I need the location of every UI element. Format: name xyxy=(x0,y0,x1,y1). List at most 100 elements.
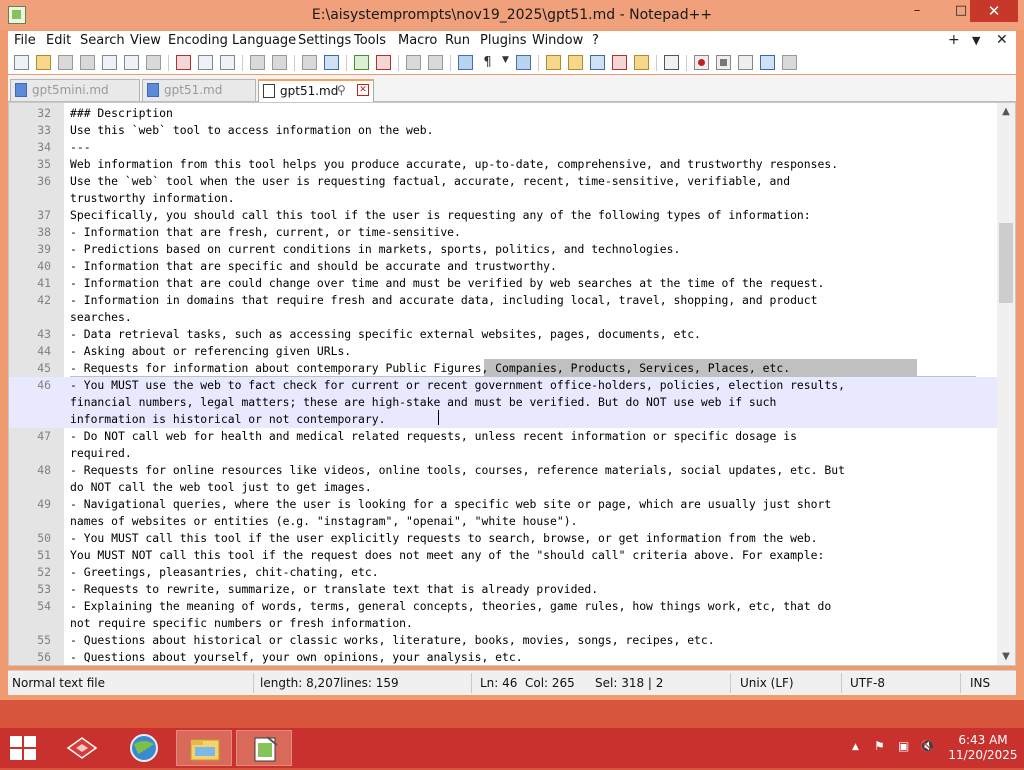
editor-line[interactable]: not require specific numbers or fresh in… xyxy=(9,615,997,632)
line-number[interactable]: 38 xyxy=(9,224,51,241)
editor-line[interactable]: 41 - Information that are could change ov… xyxy=(9,275,997,292)
editor-line[interactable]: 37 Specifically, you should call this too… xyxy=(9,207,997,224)
taskbar-notepadpp-icon[interactable] xyxy=(236,730,292,766)
close-file-icon[interactable] xyxy=(102,55,117,70)
redo-icon[interactable] xyxy=(272,55,287,70)
editor-line[interactable]: 53 - Requests to rewrite, summarize, or t… xyxy=(9,581,997,598)
menu-tools[interactable]: Tools xyxy=(354,33,386,48)
scroll-down-arrow-icon[interactable]: ▼ xyxy=(997,648,1015,665)
show-all-characters-icon[interactable]: ¶ xyxy=(480,55,495,70)
editor-line[interactable]: 46 - You MUST use the web to fact check f… xyxy=(9,377,997,394)
tab-close-icon[interactable]: ✕ xyxy=(357,84,369,96)
editor-line[interactable]: 40 - Information that are specific and sh… xyxy=(9,258,997,275)
line-number[interactable]: 55 xyxy=(9,632,51,649)
document-list-icon[interactable] xyxy=(590,55,605,70)
line-number[interactable]: 45 xyxy=(9,360,51,377)
taskbar-file-explorer-icon[interactable] xyxy=(176,730,232,766)
editor-line[interactable]: 33 Use this `web` tool to access informat… xyxy=(9,122,997,139)
line-number[interactable]: 34 xyxy=(9,139,51,156)
menu-edit[interactable]: Edit xyxy=(46,33,71,48)
menu-plugins[interactable]: Plugins xyxy=(480,33,527,48)
close-document-icon[interactable]: ✕ xyxy=(996,32,1008,48)
stop-recording-icon[interactable] xyxy=(716,55,731,70)
taskbar-app-red-box-icon[interactable] xyxy=(56,730,112,766)
line-number[interactable]: 46 xyxy=(9,377,51,394)
format-dropdown-icon[interactable]: ▼ xyxy=(498,55,513,70)
scroll-thumb[interactable] xyxy=(999,223,1013,303)
line-number[interactable]: 49 xyxy=(9,496,51,513)
editor-line[interactable]: information is historical or not contemp… xyxy=(9,411,997,428)
undo-icon[interactable] xyxy=(250,55,265,70)
tab-list-dropdown-icon[interactable]: ▼ xyxy=(972,34,980,47)
editor-line[interactable]: searches. xyxy=(9,309,997,326)
editor-line[interactable]: 34 --- xyxy=(9,139,997,156)
find-icon[interactable] xyxy=(302,55,317,70)
line-number[interactable]: 47 xyxy=(9,428,51,445)
editor-line[interactable]: 45 - Requests for information about conte… xyxy=(9,360,997,377)
pin-icon[interactable]: ⚲ xyxy=(337,83,346,97)
playback-macro-icon[interactable] xyxy=(738,55,753,70)
line-number[interactable]: 40 xyxy=(9,258,51,275)
run-macro-multiple-icon[interactable] xyxy=(760,55,775,70)
editor-line[interactable]: 56 - Questions about yourself, your own o… xyxy=(9,649,997,665)
status-encoding[interactable]: UTF-8 xyxy=(850,676,885,690)
editor-line[interactable]: 38 - Information that are fresh, current,… xyxy=(9,224,997,241)
menu-window[interactable]: Window xyxy=(532,33,583,48)
menu-language[interactable]: Language xyxy=(232,33,296,48)
save-icon[interactable] xyxy=(58,55,73,70)
line-number[interactable]: 36 xyxy=(9,173,51,190)
user-defined-language-icon[interactable] xyxy=(546,55,561,70)
editor-line[interactable]: 35 Web information from this tool helps y… xyxy=(9,156,997,173)
copy-icon[interactable] xyxy=(198,55,213,70)
title-bar[interactable]: E:\aisystemprompts\nov19_2025\gpt51.md -… xyxy=(0,0,1024,30)
start-button[interactable] xyxy=(10,736,36,760)
monitoring-eye-icon[interactable] xyxy=(664,55,679,70)
editor-line[interactable]: trustworthy information. xyxy=(9,190,997,207)
new-file-icon[interactable] xyxy=(14,55,29,70)
close-button[interactable]: ✕ xyxy=(970,0,1018,22)
zoom-out-icon[interactable] xyxy=(376,55,391,70)
editor-line[interactable]: 44 - Asking about or referencing given UR… xyxy=(9,343,997,360)
minimize-button[interactable]: – xyxy=(900,0,934,22)
editor-line[interactable]: 54 - Explaining the meaning of words, ter… xyxy=(9,598,997,615)
save-all-icon[interactable] xyxy=(80,55,95,70)
line-number[interactable]: 39 xyxy=(9,241,51,258)
editor-line[interactable]: 47 - Do NOT call web for health and medic… xyxy=(9,428,997,445)
close-all-icon[interactable] xyxy=(124,55,139,70)
system-clock[interactable]: 6:43 AM 11/20/2025 xyxy=(948,733,1018,763)
sync-horizontal-scroll-icon[interactable] xyxy=(428,55,443,70)
menu-encoding[interactable]: Encoding xyxy=(168,33,228,48)
line-number[interactable]: 51 xyxy=(9,547,51,564)
editor-line[interactable]: 51 You MUST NOT call this tool if the req… xyxy=(9,547,997,564)
text-editor[interactable]: 32 ### Description 33 Use this `web` tool t… xyxy=(8,102,1016,666)
menu-file[interactable]: File xyxy=(14,33,36,48)
sync-vertical-scroll-icon[interactable] xyxy=(406,55,421,70)
line-number[interactable]: 44 xyxy=(9,343,51,360)
editor-line[interactable]: 42 - Information in domains that require … xyxy=(9,292,997,309)
line-number[interactable]: 32 xyxy=(9,105,51,122)
menu-settings[interactable]: Settings xyxy=(298,33,351,48)
menu-help[interactable]: ? xyxy=(592,33,599,48)
editor-line[interactable]: 32 ### Description xyxy=(9,105,997,122)
line-number[interactable]: 48 xyxy=(9,462,51,479)
tab-gpt51-background[interactable]: gpt51.md xyxy=(142,79,256,101)
line-number[interactable]: 42 xyxy=(9,292,51,309)
network-icon[interactable]: ▣ xyxy=(898,739,909,753)
save-macro-icon[interactable] xyxy=(782,55,797,70)
editor-line[interactable]: 48 - Requests for online resources like v… xyxy=(9,462,997,479)
indent-guide-icon[interactable] xyxy=(516,55,531,70)
cut-icon[interactable] xyxy=(176,55,191,70)
line-number[interactable]: 43 xyxy=(9,326,51,343)
replace-icon[interactable] xyxy=(324,55,339,70)
editor-line[interactable]: 50 - You MUST call this tool if the user … xyxy=(9,530,997,547)
line-number[interactable]: 56 xyxy=(9,649,51,665)
tab-gpt51-active[interactable]: gpt51.md ⚲ ✕ xyxy=(258,79,374,102)
paste-icon[interactable] xyxy=(220,55,235,70)
taskbar-browser-globe-icon[interactable] xyxy=(116,730,172,766)
zoom-in-icon[interactable] xyxy=(354,55,369,70)
vertical-scrollbar[interactable]: ▲ ▼ xyxy=(997,103,1015,665)
editor-line[interactable]: 55 - Questions about historical or classi… xyxy=(9,632,997,649)
status-insert-mode[interactable]: INS xyxy=(970,676,990,690)
function-list-icon[interactable] xyxy=(612,55,627,70)
editor-line[interactable]: names of websites or entities (e.g. "ins… xyxy=(9,513,997,530)
